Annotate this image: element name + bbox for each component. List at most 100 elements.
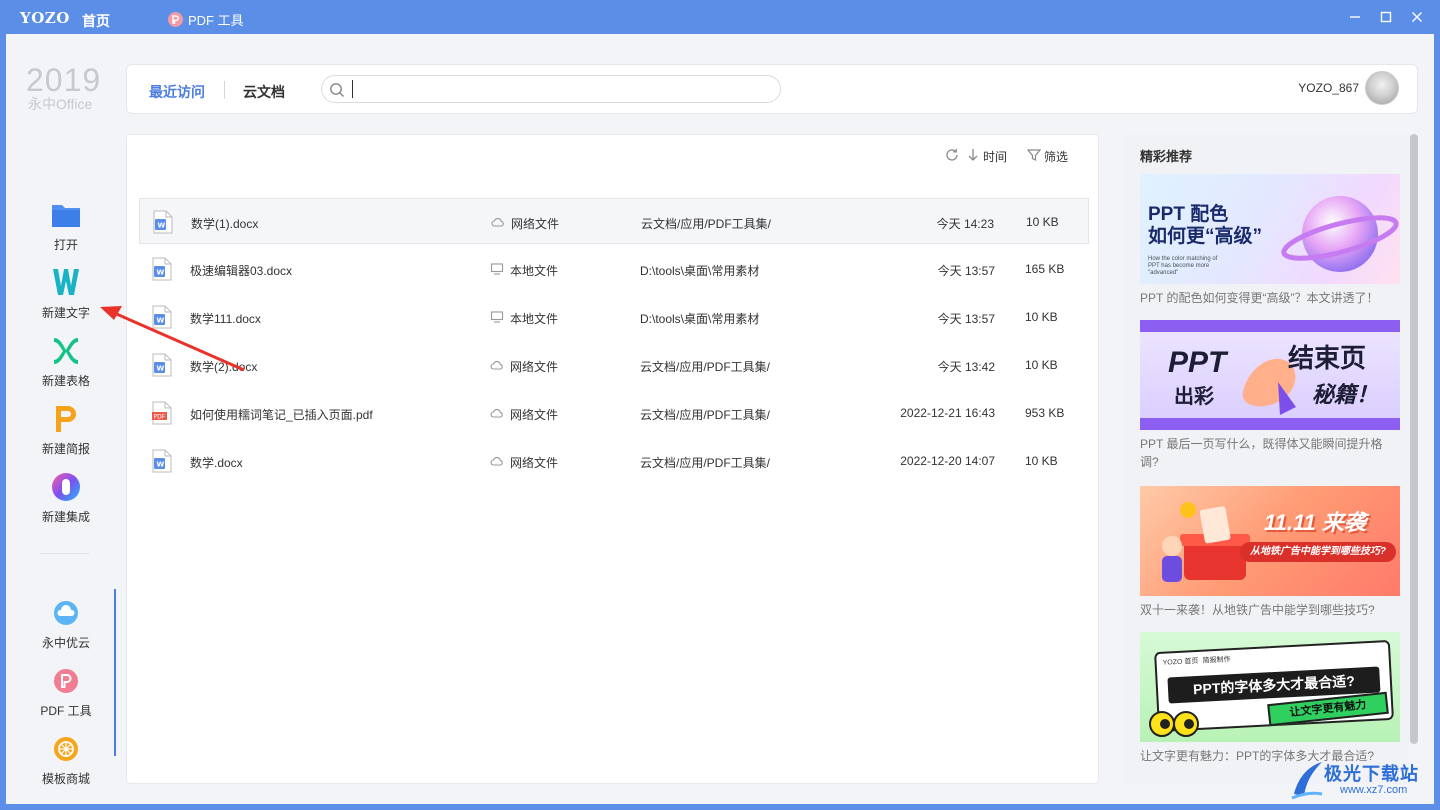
file-name: 极速编辑器03.docx: [190, 264, 293, 278]
sidebar-pdf-tools-label: PDF 工具: [40, 704, 92, 718]
sort-down-arrow-icon: [966, 147, 980, 166]
card-banner-stripe: [1140, 320, 1400, 332]
recommend-card-font-size[interactable]: YOZO 首页 简报制作 PPT的字体多大才最合适? 让文字更有魅力 让文字更有…: [1140, 632, 1400, 765]
avatar[interactable]: [1365, 71, 1399, 105]
word-file-icon: W: [152, 353, 172, 380]
pdf-tool-icon: [30, 663, 102, 699]
sort-by-time-button[interactable]: 时间: [966, 147, 1007, 166]
svg-text:W: W: [158, 222, 166, 230]
sidebar-new-integration-label: 新建集成: [41, 510, 90, 524]
spreadsheet-x-icon: [30, 333, 102, 369]
file-name: 数学(1).docx: [191, 217, 259, 231]
file-name: 如何使用糯词笔记_已插入页面.pdf: [190, 408, 373, 422]
file-toolbar: 时间 筛选: [944, 147, 1068, 166]
file-row[interactable]: PDF 如何使用糯词笔记_已插入页面.pdf 网络文件 云文档/应用/PDF工具集/2…: [139, 390, 1089, 436]
recommendation-scrollbar[interactable]: [1410, 134, 1418, 744]
card-image: 11.11 来袭 从地铁广告中能学到哪些技巧?: [1140, 486, 1400, 596]
card-caption: 双十一来袭！从地铁广告中能学到哪些技巧?: [1140, 603, 1375, 617]
app-logo: YOZO: [20, 9, 70, 27]
svg-text:W: W: [157, 461, 165, 469]
tab-cloud-docs[interactable]: 云文档: [243, 82, 285, 102]
sidebar-divider: [40, 553, 90, 554]
file-time: 2022-12-21 16:43: [900, 406, 995, 420]
tab-divider: [224, 81, 225, 99]
card-heading-3: 结束页: [1288, 343, 1367, 373]
card-subtext: How the color matching of PPT has become…: [1148, 256, 1218, 276]
file-size: 165 KB: [1025, 262, 1065, 276]
file-time: 今天 13:57: [937, 312, 995, 326]
sidebar-template-store-label: 模板商城: [41, 772, 90, 786]
file-name: 数学.docx: [190, 456, 243, 470]
file-row[interactable]: W 数学111.docx 本地文件 D:\tools\桌面\常用素材 今天 13:57 1…: [139, 294, 1089, 340]
card-mock-tab: 简报制作: [1202, 656, 1231, 665]
word-file-icon: W: [153, 210, 173, 237]
svg-text:W: W: [157, 365, 165, 373]
card-heading-2: 出彩: [1174, 386, 1214, 408]
username[interactable]: YOZO_867: [1298, 81, 1359, 95]
watermark-logo-icon: [1291, 762, 1323, 800]
card-heading-2: 从地铁广告中能学到哪些技巧?: [1240, 542, 1396, 562]
maximize-button[interactable]: [1377, 8, 1395, 26]
sidebar-yozo-cloud-button[interactable]: 永中优云: [30, 595, 102, 651]
file-row[interactable]: W 数学(2).docx 网络文件 云文档/应用/PDF工具集/今天 13:42 10 …: [139, 342, 1089, 388]
file-row[interactable]: W 极速编辑器03.docx 本地文件 D:\tools\桌面\常用素材 今天 13:5…: [139, 246, 1089, 292]
tab-home[interactable]: 首页: [82, 11, 110, 31]
sidebar-new-document-button[interactable]: 新建文字: [30, 265, 102, 321]
minimize-button[interactable]: [1346, 8, 1364, 26]
card-heading-1: 11.11 来袭: [1264, 510, 1366, 535]
sidebar-new-presentation-button[interactable]: 新建简报: [30, 401, 102, 457]
card-image: PPT 配色 如何更“高级” How the color matching of…: [1140, 174, 1400, 284]
pdf-tool-icon: [168, 12, 183, 27]
recommend-card-double-eleven[interactable]: 11.11 来袭 从地铁广告中能学到哪些技巧? 双十一来袭！从地铁广告中能学到哪…: [1140, 486, 1400, 619]
tab-pdf-tools-label: PDF 工具: [188, 13, 244, 28]
sidebar-new-document-label: 新建文字: [41, 306, 90, 320]
template-store-icon: [30, 731, 102, 767]
text-caret: [352, 80, 353, 98]
search-input[interactable]: [321, 75, 781, 103]
tab-recent[interactable]: 最近访问: [149, 82, 205, 102]
card-image: YOZO 首页 简报制作 PPT的字体多大才最合适? 让文字更有魅力: [1140, 632, 1400, 742]
file-size: 10 KB: [1025, 358, 1058, 372]
file-path: D:\tools\桌面\常用素材: [640, 264, 760, 278]
cloud-icon: [30, 595, 102, 631]
file-name: 数学111.docx: [190, 312, 261, 326]
watermark-url: www.xz7.com: [1340, 784, 1408, 796]
file-path: 云文档/应用/PDF工具集/: [640, 456, 771, 470]
file-time: 2022-12-20 14:07: [900, 454, 995, 468]
svg-text:W: W: [157, 317, 165, 325]
folder-icon: [30, 197, 102, 233]
recommend-card-color[interactable]: PPT 配色 如何更“高级” How the color matching of…: [1140, 174, 1400, 307]
recommendation-title: 精彩推荐: [1140, 149, 1193, 164]
site-watermark: 极光下载站 www.xz7.com: [1290, 756, 1440, 806]
filter-button[interactable]: 筛选: [1026, 148, 1068, 165]
file-row[interactable]: W 数学.docx 网络文件 云文档/应用/PDF工具集/2022-12-20 14:…: [139, 438, 1089, 484]
word-file-icon: W: [152, 305, 172, 332]
file-row[interactable]: W 数学(1).docx 网络文件 云文档/应用/PDF工具集/今天 14:23 10 …: [139, 198, 1089, 244]
sidebar-active-indicator: [114, 589, 116, 756]
word-file-icon: W: [152, 449, 172, 476]
word-file-icon: W: [152, 257, 172, 284]
sidebar-new-integration-button[interactable]: 新建集成: [30, 469, 102, 525]
sidebar-open-label: 打开: [53, 238, 78, 252]
sidebar-new-presentation-label: 新建简报: [41, 442, 90, 456]
file-location: 网络文件: [511, 217, 560, 231]
sidebar-yozo-cloud-label: 永中优云: [41, 636, 90, 650]
close-button[interactable]: [1408, 8, 1426, 26]
monitor-icon: [490, 263, 504, 278]
filter-label: 筛选: [1043, 150, 1068, 164]
brand-name: 永中Office: [28, 96, 93, 112]
sidebar-new-spreadsheet-button[interactable]: 新建表格: [30, 333, 102, 389]
card-caption: PPT 最后一页写什么，既得体又能瞬间提升格调?: [1140, 437, 1383, 469]
sidebar-open-button[interactable]: 打开: [30, 197, 102, 253]
word-w-icon: [30, 265, 102, 301]
file-time: 今天 13:42: [937, 360, 995, 374]
sidebar-pdf-tools-button[interactable]: PDF 工具: [30, 663, 102, 719]
title-bar: YOZO 首页 PDF 工具: [0, 0, 1440, 34]
refresh-icon[interactable]: [944, 147, 960, 166]
sort-label: 时间: [982, 150, 1007, 164]
card-mock-logo: YOZO 首页: [1162, 657, 1199, 667]
svg-text:PDF: PDF: [154, 414, 166, 421]
tab-pdf-tools[interactable]: PDF 工具: [168, 10, 244, 29]
sidebar-template-store-button[interactable]: 模板商城: [30, 731, 102, 787]
recommend-card-ending[interactable]: PPT 出彩 结束页 秘籍！ PPT 最后一页写什么，既得体又能瞬间提升格调?: [1140, 320, 1400, 471]
